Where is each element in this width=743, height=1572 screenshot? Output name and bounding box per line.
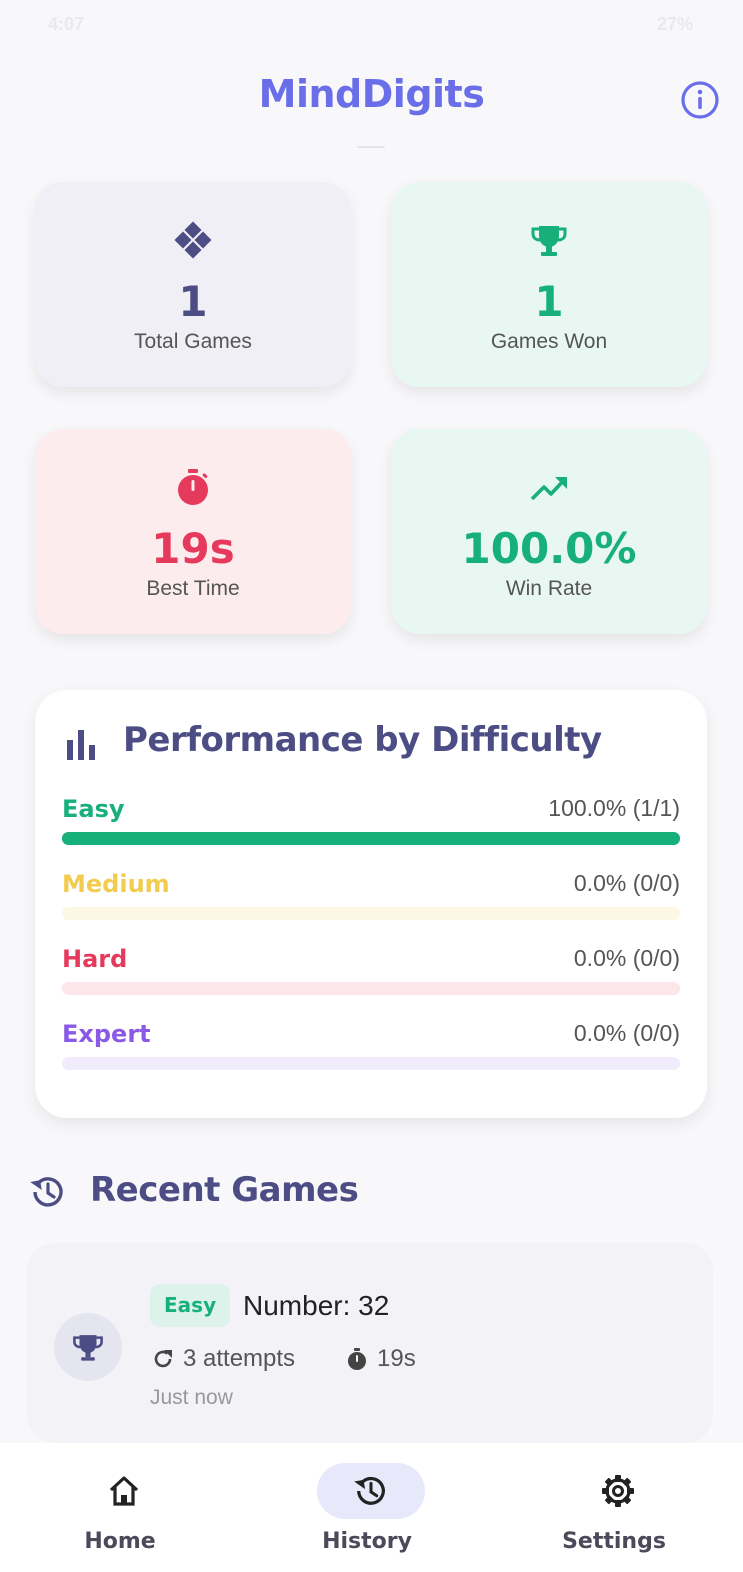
bottom-navigation: Home History Settings <box>0 1443 743 1572</box>
difficulty-stat: 100.0% (1/1) <box>548 795 680 821</box>
difficulty-name: Expert <box>62 1020 151 1048</box>
nav-home[interactable]: Home <box>20 1443 220 1572</box>
win-rate-card: 100.0% Win Rate <box>391 429 707 634</box>
status-bar: 4:07 27% <box>0 0 743 50</box>
game-time: 19s <box>377 1345 416 1372</box>
history-icon <box>30 1177 63 1207</box>
stopwatch-icon <box>178 469 208 505</box>
app-title: MindDigits <box>258 72 485 116</box>
performance-title: Performance by Difficulty <box>123 720 602 760</box>
difficulty-name: Medium <box>62 870 170 898</box>
status-battery: 27% <box>656 14 693 34</box>
total-games-label: Total Games <box>134 330 252 353</box>
timer-icon <box>348 1348 366 1370</box>
best-time-label: Best Time <box>146 577 240 600</box>
nav-history[interactable]: History <box>267 1443 467 1572</box>
header-divider <box>357 146 385 148</box>
total-games-card: 1 Total Games <box>35 182 351 387</box>
home-icon <box>109 1476 139 1506</box>
difficulty-row-easy: Easy 100.0% (1/1) <box>62 795 680 855</box>
bar-chart-icon <box>67 730 95 760</box>
games-won-value: 1 <box>534 277 564 326</box>
history-icon <box>354 1477 385 1505</box>
game-attempts: 3 attempts <box>183 1345 296 1372</box>
difficulty-row-expert: Expert 0.0% (0/0) <box>62 1020 680 1080</box>
game-result-badge <box>54 1313 122 1381</box>
game-timestamp: Just now <box>150 1386 233 1409</box>
difficulty-progress-bar <box>62 1057 680 1070</box>
best-time-card: 19s Best Time <box>35 429 351 634</box>
nav-settings[interactable]: Settings <box>514 1443 714 1572</box>
nav-history-label: History <box>322 1529 412 1554</box>
difficulty-progress-bar <box>62 907 680 920</box>
best-time-value: 19s <box>151 524 235 573</box>
nav-settings-label: Settings <box>562 1529 666 1554</box>
win-rate-value: 100.0% <box>461 524 637 573</box>
trophy-icon <box>531 226 567 256</box>
difficulty-row-medium: Medium 0.0% (0/0) <box>62 870 680 930</box>
game-number: Number: 32 <box>243 1290 390 1321</box>
trophy-icon <box>73 1335 103 1361</box>
difficulty-progress-bar <box>62 832 680 845</box>
difficulty-progress-fill <box>62 832 680 845</box>
difficulty-row-hard: Hard 0.0% (0/0) <box>62 945 680 1005</box>
games-won-card: 1 Games Won <box>391 182 707 387</box>
difficulty-stat: 0.0% (0/0) <box>573 945 680 971</box>
gear-icon <box>602 1475 634 1507</box>
win-rate-label: Win Rate <box>505 577 593 600</box>
gamepad-icon <box>174 221 212 259</box>
difficulty-stat: 0.0% (0/0) <box>573 870 680 896</box>
difficulty-name: Easy <box>62 795 125 823</box>
games-won-label: Games Won <box>490 330 608 353</box>
game-history-item[interactable]: Easy Number: 32 3 attempts 19s Just now <box>27 1243 713 1443</box>
difficulty-name: Hard <box>62 945 128 973</box>
trending-up-icon <box>530 477 567 501</box>
difficulty-progress-bar <box>62 982 680 995</box>
info-button[interactable] <box>680 80 720 120</box>
info-icon <box>681 81 719 119</box>
difficulty-badge: Easy <box>150 1284 231 1327</box>
refresh-icon <box>154 1350 172 1368</box>
performance-card: Performance by Difficulty Easy 100.0% (1/… <box>35 690 707 1118</box>
difficulty-stat: 0.0% (0/0) <box>573 1020 680 1046</box>
total-games-value: 1 <box>178 277 208 326</box>
recent-games-title: Recent Games <box>90 1170 359 1210</box>
nav-home-label: Home <box>84 1529 156 1554</box>
status-time: 4:07 <box>48 14 85 34</box>
